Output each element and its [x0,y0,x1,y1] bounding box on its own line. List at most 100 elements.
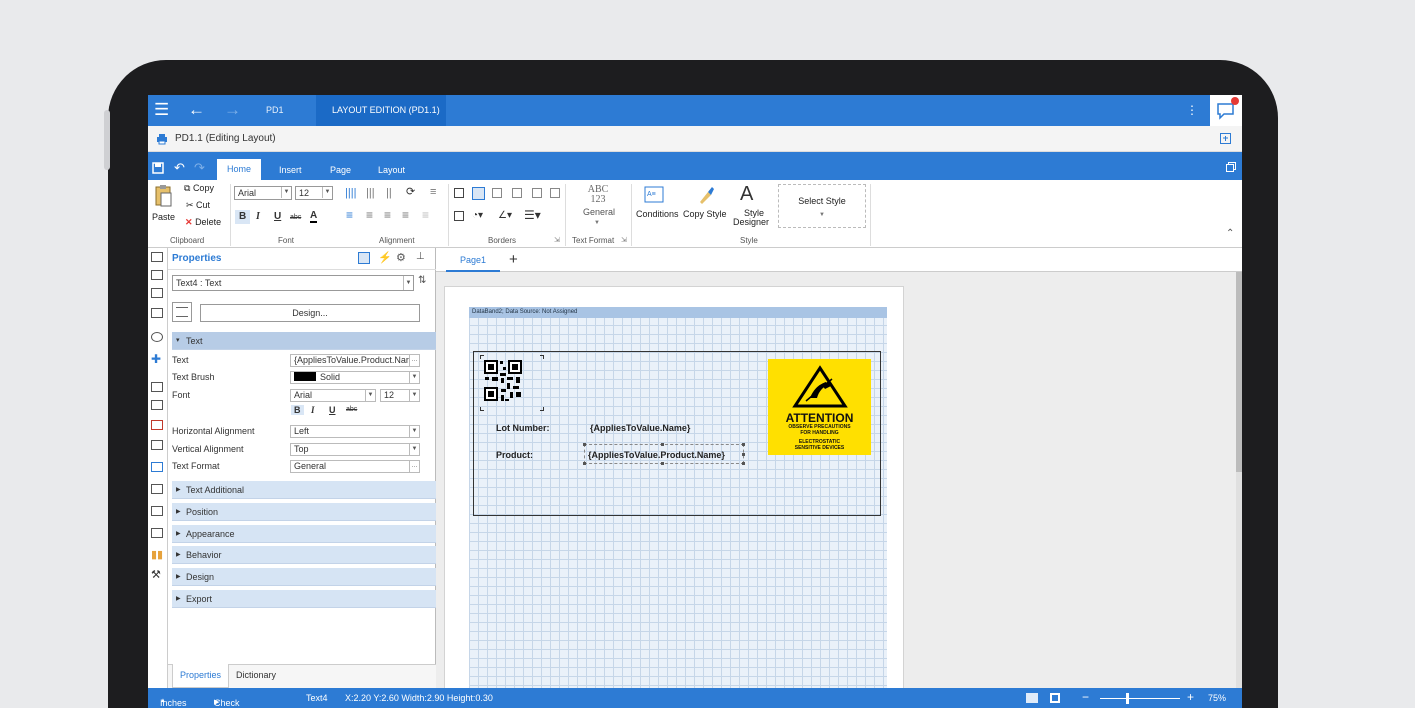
panel-icon[interactable] [1220,133,1231,144]
prop-underline-toggle[interactable]: U [329,405,336,415]
text-direction-icon[interactable]: || [386,187,392,199]
select-style-box[interactable]: Select Style ▼ [778,184,866,228]
conditions-icon[interactable]: A≡ [644,186,664,204]
chat-button[interactable] [1210,95,1242,126]
align-left-icon[interactable]: ≡ [346,209,353,221]
bold-button[interactable]: B [235,210,251,224]
border-outside-icon[interactable] [472,187,485,200]
category-position[interactable]: ▶ Position [172,503,455,521]
prop-font-size-field[interactable]: 12 ▼ [380,389,420,402]
scrollbar-thumb[interactable] [1236,272,1242,472]
components-icon[interactable]: ✚ [151,352,161,366]
prop-text-brush-field[interactable]: Solid ▼ [290,371,420,384]
report-title-icon[interactable] [151,252,163,262]
property-grid-icon[interactable] [172,302,192,322]
copy-button[interactable]: ⧉ Copy [184,183,214,194]
category-text[interactable]: ▾ Text [172,332,455,350]
lot-number-value[interactable]: {AppliesToValue.Name} [590,423,690,433]
product-label[interactable]: Product: [496,450,533,460]
vertical-scrollbar[interactable] [1236,272,1242,688]
more-vertical-icon[interactable]: ⋮ [1186,101,1198,119]
border-left-icon[interactable] [532,188,542,198]
forward-arrow-icon[interactable]: → [224,101,241,119]
rotate-icon[interactable]: ⟳ [406,186,415,198]
ribbon-tab-layout[interactable]: Layout [368,160,415,180]
prop-bold-toggle[interactable]: B [291,405,304,415]
ellipsis-icon[interactable]: … [409,355,419,366]
chevron-down-icon[interactable]: ▼ [594,220,600,226]
picture-icon[interactable] [151,528,163,538]
sub-report-icon[interactable] [151,484,163,494]
prop-text-field[interactable]: {AppliesToValue.Product.Nar… [290,354,420,367]
ribbon-tab-home[interactable]: Home [217,159,262,180]
border-right-icon[interactable] [550,188,560,198]
ellipsis-icon[interactable]: … [409,461,419,472]
zoom-slider-thumb[interactable] [1126,693,1129,704]
zoom-in-button[interactable]: + [1187,690,1194,704]
menu-icon[interactable]: ☰ [154,101,169,119]
restore-icon[interactable] [1226,162,1236,172]
align-right-icon[interactable]: ≡ [384,209,391,221]
resize-handle[interactable] [583,443,586,446]
border-bottom-icon[interactable] [512,188,522,198]
paste-icon[interactable] [154,184,172,208]
zoom-slider[interactable] [1100,693,1180,704]
image-icon[interactable] [151,420,163,430]
vertical-align-icon[interactable]: ≡ [422,209,429,221]
text-format-value[interactable]: General [583,207,615,217]
category-export[interactable]: ▶ Export [172,590,455,608]
tab-pd1[interactable]: PD1 [266,95,300,126]
font-family-select[interactable]: Arial ▼ [234,186,292,200]
data-band-header[interactable]: DataBand2; Data Source: Not Assigned [469,307,887,318]
align-center-icon[interactable]: ≡ [366,209,373,221]
category-design[interactable]: ▶ Design [172,568,455,586]
border-style-icon[interactable]: ☰▾ [524,209,541,221]
resize-handle[interactable] [661,443,664,446]
prop-italic-toggle[interactable]: I [311,405,315,415]
resize-handle[interactable] [661,462,664,465]
gear-icon[interactable]: ⚙ [396,251,406,264]
chart-icon[interactable]: ▮▮ [151,548,163,561]
shapes-icon[interactable] [151,332,163,342]
page-header-icon[interactable] [151,270,163,280]
fill-color-icon[interactable]: ◔▾ [472,210,483,222]
properties-view-icon[interactable] [358,252,370,264]
header-band-icon[interactable] [151,288,163,298]
brush-icon[interactable] [696,186,716,204]
underline-button[interactable]: U [274,211,281,223]
prop-text-format-field[interactable]: General… [290,460,420,473]
events-icon[interactable]: ⚡ [378,251,392,264]
resize-handle[interactable] [583,462,586,465]
align-justify-icon[interactable]: ≡ [402,209,409,221]
paste-label[interactable]: Paste [152,212,175,222]
tab-page1[interactable]: Page1 [446,248,501,272]
data-band-icon[interactable] [151,308,163,318]
copy-style-label[interactable]: Copy Style [683,209,727,219]
border-none-icon[interactable] [454,211,464,221]
redo-icon[interactable]: ↷ [194,160,205,176]
ribbon-tab-page[interactable]: Page [320,160,361,180]
cut-button[interactable]: ✂ Cut [186,200,210,211]
prop-vertical-alignment-field[interactable]: Top ▼ [290,443,420,456]
zoom-out-button[interactable]: − [1082,690,1089,704]
tab-properties[interactable]: Properties [172,664,230,688]
text-box-icon[interactable] [151,400,163,410]
selected-text4-frame[interactable] [583,443,745,465]
text-icon[interactable] [151,382,163,392]
table-icon[interactable] [151,506,163,516]
panel-component-icon[interactable] [151,440,163,450]
strikethrough-button[interactable]: abc [290,212,301,224]
sort-icon[interactable]: ⇅ [418,275,426,286]
fit-page-icon[interactable] [1050,693,1060,703]
back-arrow-icon[interactable]: ← [188,101,205,119]
component-selector[interactable]: Text4 : Text ▼ [172,275,414,291]
italic-button[interactable]: I [256,211,260,223]
category-behavior[interactable]: ▶ Behavior [172,546,455,564]
design-button[interactable]: Design... [200,304,420,322]
tab-layout-edition[interactable]: LAYOUT EDITION (PD1.1) × [316,95,446,148]
style-designer-label-2[interactable]: Designer [733,218,769,227]
category-text-additional[interactable]: ▶ Text Additional [172,481,455,499]
dialog-launcher-icon[interactable]: ⇲ [621,236,627,244]
resize-handle[interactable] [742,453,745,456]
category-appearance[interactable]: ▶ Appearance [172,525,455,543]
